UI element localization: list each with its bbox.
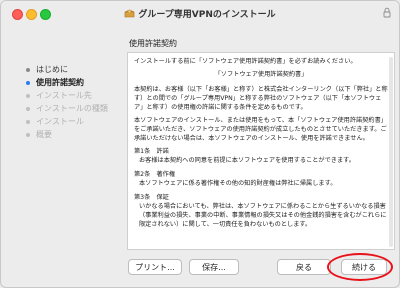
step-dot: [26, 107, 30, 111]
window-title-container: グループ専用VPNのインストール: [1, 7, 399, 20]
license-article-title: 第3条 保証: [134, 194, 169, 201]
license-intro: インストールする前に「ソフトウェア使用許諾契約書」を必ずお読みください。: [134, 58, 357, 65]
license-text-area[interactable]: インストールする前に「ソフトウェア使用許諾契約書」を必ずお読みください。 「ソフ…: [127, 52, 395, 250]
license-paragraph: 本ソフトウェアのインストール、または使用をもって、本「ソフトウェア使用許諾契約書…: [134, 117, 387, 142]
sidebar-step-summary: 概要: [25, 128, 125, 141]
sidebar-step-install: インストール: [25, 115, 125, 128]
license-text: インストールする前に「ソフトウェア使用許諾契約書」を必ずお読みください。 「ソフ…: [128, 53, 394, 229]
section-title: 使用許諾契約: [129, 39, 177, 48]
sidebar-step-destination: インストール先: [25, 89, 125, 102]
license-heading: 「ソフトウェア使用許諾契約書」: [214, 71, 308, 78]
sidebar-step-label: インストール先: [36, 91, 92, 100]
license-article-body: いかなる場合においても、弊社は、本ソフトウェアに係わることから生ずるいかなる損害…: [139, 203, 387, 228]
window-title: グループ専用VPNのインストール: [138, 10, 276, 20]
license-scrollbar[interactable]: [389, 57, 393, 247]
sidebar-step-label: 概要: [36, 130, 52, 139]
lock-icon: [383, 7, 391, 18]
step-dot: [26, 68, 30, 72]
sidebar-step-label: 使用許諾契約: [36, 78, 84, 87]
step-dot: [26, 133, 30, 137]
license-article-title: 第1条 許諾: [134, 148, 169, 155]
sidebar-step-label: はじめに: [36, 65, 68, 74]
package-icon: [125, 9, 135, 18]
sidebar-step-label: インストール: [36, 117, 84, 126]
highlight-ring-annotation: [327, 253, 393, 281]
sidebar-step-introduction: はじめに: [25, 63, 125, 76]
print-button[interactable]: プリント...: [128, 259, 182, 275]
title-bar: グループ専用VPNのインストール: [1, 1, 399, 27]
license-article-body: 本ソフトウェアに係る著作権その他の知的財産権は弊社に帰属します。: [139, 180, 337, 187]
sidebar-steps: はじめに 使用許諾契約 インストール先 インストールの種類 インストール 概要: [25, 63, 125, 141]
license-article-title: 第2条 著作権: [134, 171, 176, 178]
sidebar-step-install-type: インストールの種類: [25, 102, 125, 115]
save-button[interactable]: 保存...: [189, 259, 239, 275]
step-dot: [26, 94, 30, 98]
license-article-body: お客様は本契約への同意を前提に本ソフトウェアを使用することができます。: [139, 157, 355, 164]
step-dot: [26, 81, 30, 85]
sidebar-step-label: インストールの種類: [36, 104, 108, 113]
back-button[interactable]: 戻る: [277, 259, 331, 275]
step-dot: [26, 120, 30, 124]
sidebar-step-license: 使用許諾契約: [25, 76, 125, 89]
license-paragraph: 本契約は、お客様（以下「お客様」と称す）と株式会社インターリンク（以下「弊社」と…: [134, 86, 388, 111]
installer-window: グループ専用VPNのインストール 使用許諾契約 はじめに 使用許諾契約 インスト…: [0, 0, 400, 288]
